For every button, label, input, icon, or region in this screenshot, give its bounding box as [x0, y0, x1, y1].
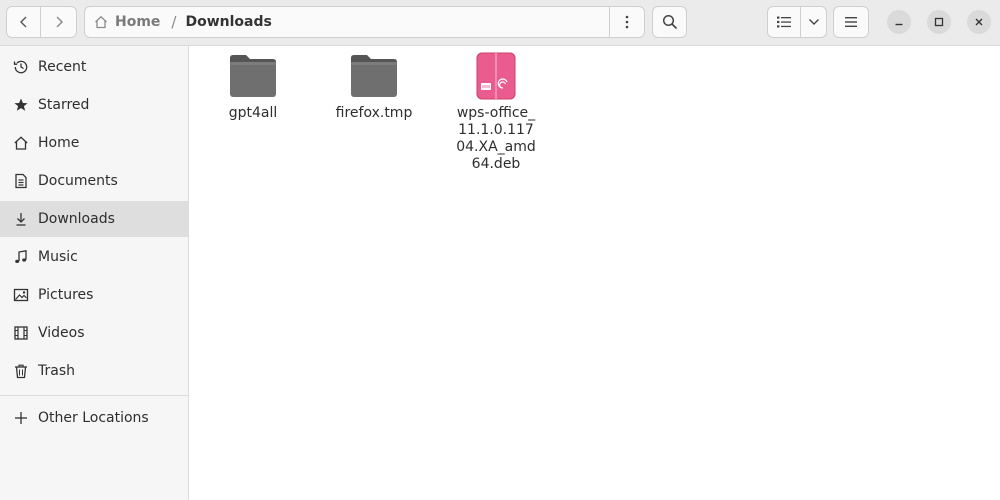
- chevron-right-icon: [52, 15, 66, 29]
- video-icon: [13, 325, 29, 341]
- sidebar-item-label: Music: [38, 249, 78, 265]
- hamburger-menu-icon: [845, 17, 857, 27]
- header-bar: Home / Downloads: [0, 0, 1000, 46]
- sidebar-item-label: Downloads: [38, 211, 115, 227]
- list-view-icon: [777, 16, 791, 28]
- deb-package-icon: [472, 52, 520, 100]
- picture-icon: [13, 287, 29, 303]
- maximize-button[interactable]: [927, 10, 951, 34]
- path-home-button[interactable]: Home: [85, 14, 160, 30]
- path-current-folder[interactable]: Downloads: [185, 14, 271, 30]
- clock-icon: [13, 59, 29, 75]
- close-icon: [974, 17, 984, 27]
- back-button[interactable]: [6, 6, 41, 38]
- sidebar-item-recent[interactable]: Recent: [0, 49, 188, 85]
- path-menu-button[interactable]: [609, 7, 644, 37]
- chevron-down-icon: [808, 18, 820, 26]
- file-view: gpt4all firefox.tmp wps-office_11.1.0.11…: [189, 46, 1000, 500]
- navigation-buttons: [6, 6, 77, 38]
- sidebar-divider: [0, 395, 188, 396]
- download-icon: [13, 211, 29, 227]
- sidebar: Recent Starred Home Documents Downloads …: [0, 46, 189, 500]
- file-name: firefox.tmp: [335, 105, 413, 121]
- path-bar: Home / Downloads: [84, 6, 645, 38]
- sidebar-item-downloads[interactable]: Downloads: [0, 201, 188, 237]
- sidebar-item-videos[interactable]: Videos: [0, 315, 188, 351]
- file-name: wps-office_11.1.0.11704.XA_amd64.deb: [456, 105, 536, 172]
- sidebar-item-label: Trash: [38, 363, 75, 379]
- search-button[interactable]: [652, 6, 687, 38]
- sidebar-item-home[interactable]: Home: [0, 125, 188, 161]
- home-icon: [13, 135, 29, 151]
- folder-icon: [229, 52, 277, 100]
- forward-button[interactable]: [41, 6, 77, 38]
- kebab-menu-icon: [625, 15, 629, 29]
- list-view-button[interactable]: [767, 6, 801, 38]
- path-separator: /: [171, 13, 177, 31]
- sidebar-item-pictures[interactable]: Pictures: [0, 277, 188, 313]
- document-icon: [13, 173, 29, 189]
- music-icon: [13, 249, 29, 265]
- folder-icon: [350, 52, 398, 100]
- sidebar-item-label: Starred: [38, 97, 90, 113]
- file-item-wps-office-deb[interactable]: wps-office_11.1.0.11704.XA_amd64.deb: [446, 52, 546, 173]
- trash-icon: [13, 363, 29, 379]
- sidebar-item-trash[interactable]: Trash: [0, 353, 188, 389]
- file-item-firefox-tmp[interactable]: firefox.tmp: [324, 52, 424, 122]
- view-options-button[interactable]: [801, 6, 827, 38]
- main-menu-button[interactable]: [833, 6, 869, 38]
- close-button[interactable]: [967, 10, 991, 34]
- home-icon: [93, 14, 109, 30]
- view-switcher: [767, 6, 827, 38]
- sidebar-item-label: Documents: [38, 173, 118, 189]
- minimize-button[interactable]: [887, 10, 911, 34]
- sidebar-item-label: Home: [38, 135, 80, 151]
- sidebar-item-label: Other Locations: [38, 410, 149, 426]
- chevron-left-icon: [17, 15, 31, 29]
- minimize-icon: [894, 17, 904, 27]
- file-item-gpt4all[interactable]: gpt4all: [203, 52, 303, 122]
- path-home-label: Home: [115, 14, 161, 30]
- sidebar-item-starred[interactable]: Starred: [0, 87, 188, 123]
- star-icon: [13, 97, 29, 113]
- sidebar-item-music[interactable]: Music: [0, 239, 188, 275]
- sidebar-item-label: Recent: [38, 59, 87, 75]
- maximize-icon: [934, 17, 944, 27]
- sidebar-item-documents[interactable]: Documents: [0, 163, 188, 199]
- search-icon: [662, 14, 678, 30]
- sidebar-item-label: Pictures: [38, 287, 94, 303]
- file-name: gpt4all: [228, 105, 278, 121]
- sidebar-item-label: Videos: [38, 325, 85, 341]
- sidebar-item-other-locations[interactable]: Other Locations: [0, 400, 188, 436]
- plus-icon: [13, 410, 29, 426]
